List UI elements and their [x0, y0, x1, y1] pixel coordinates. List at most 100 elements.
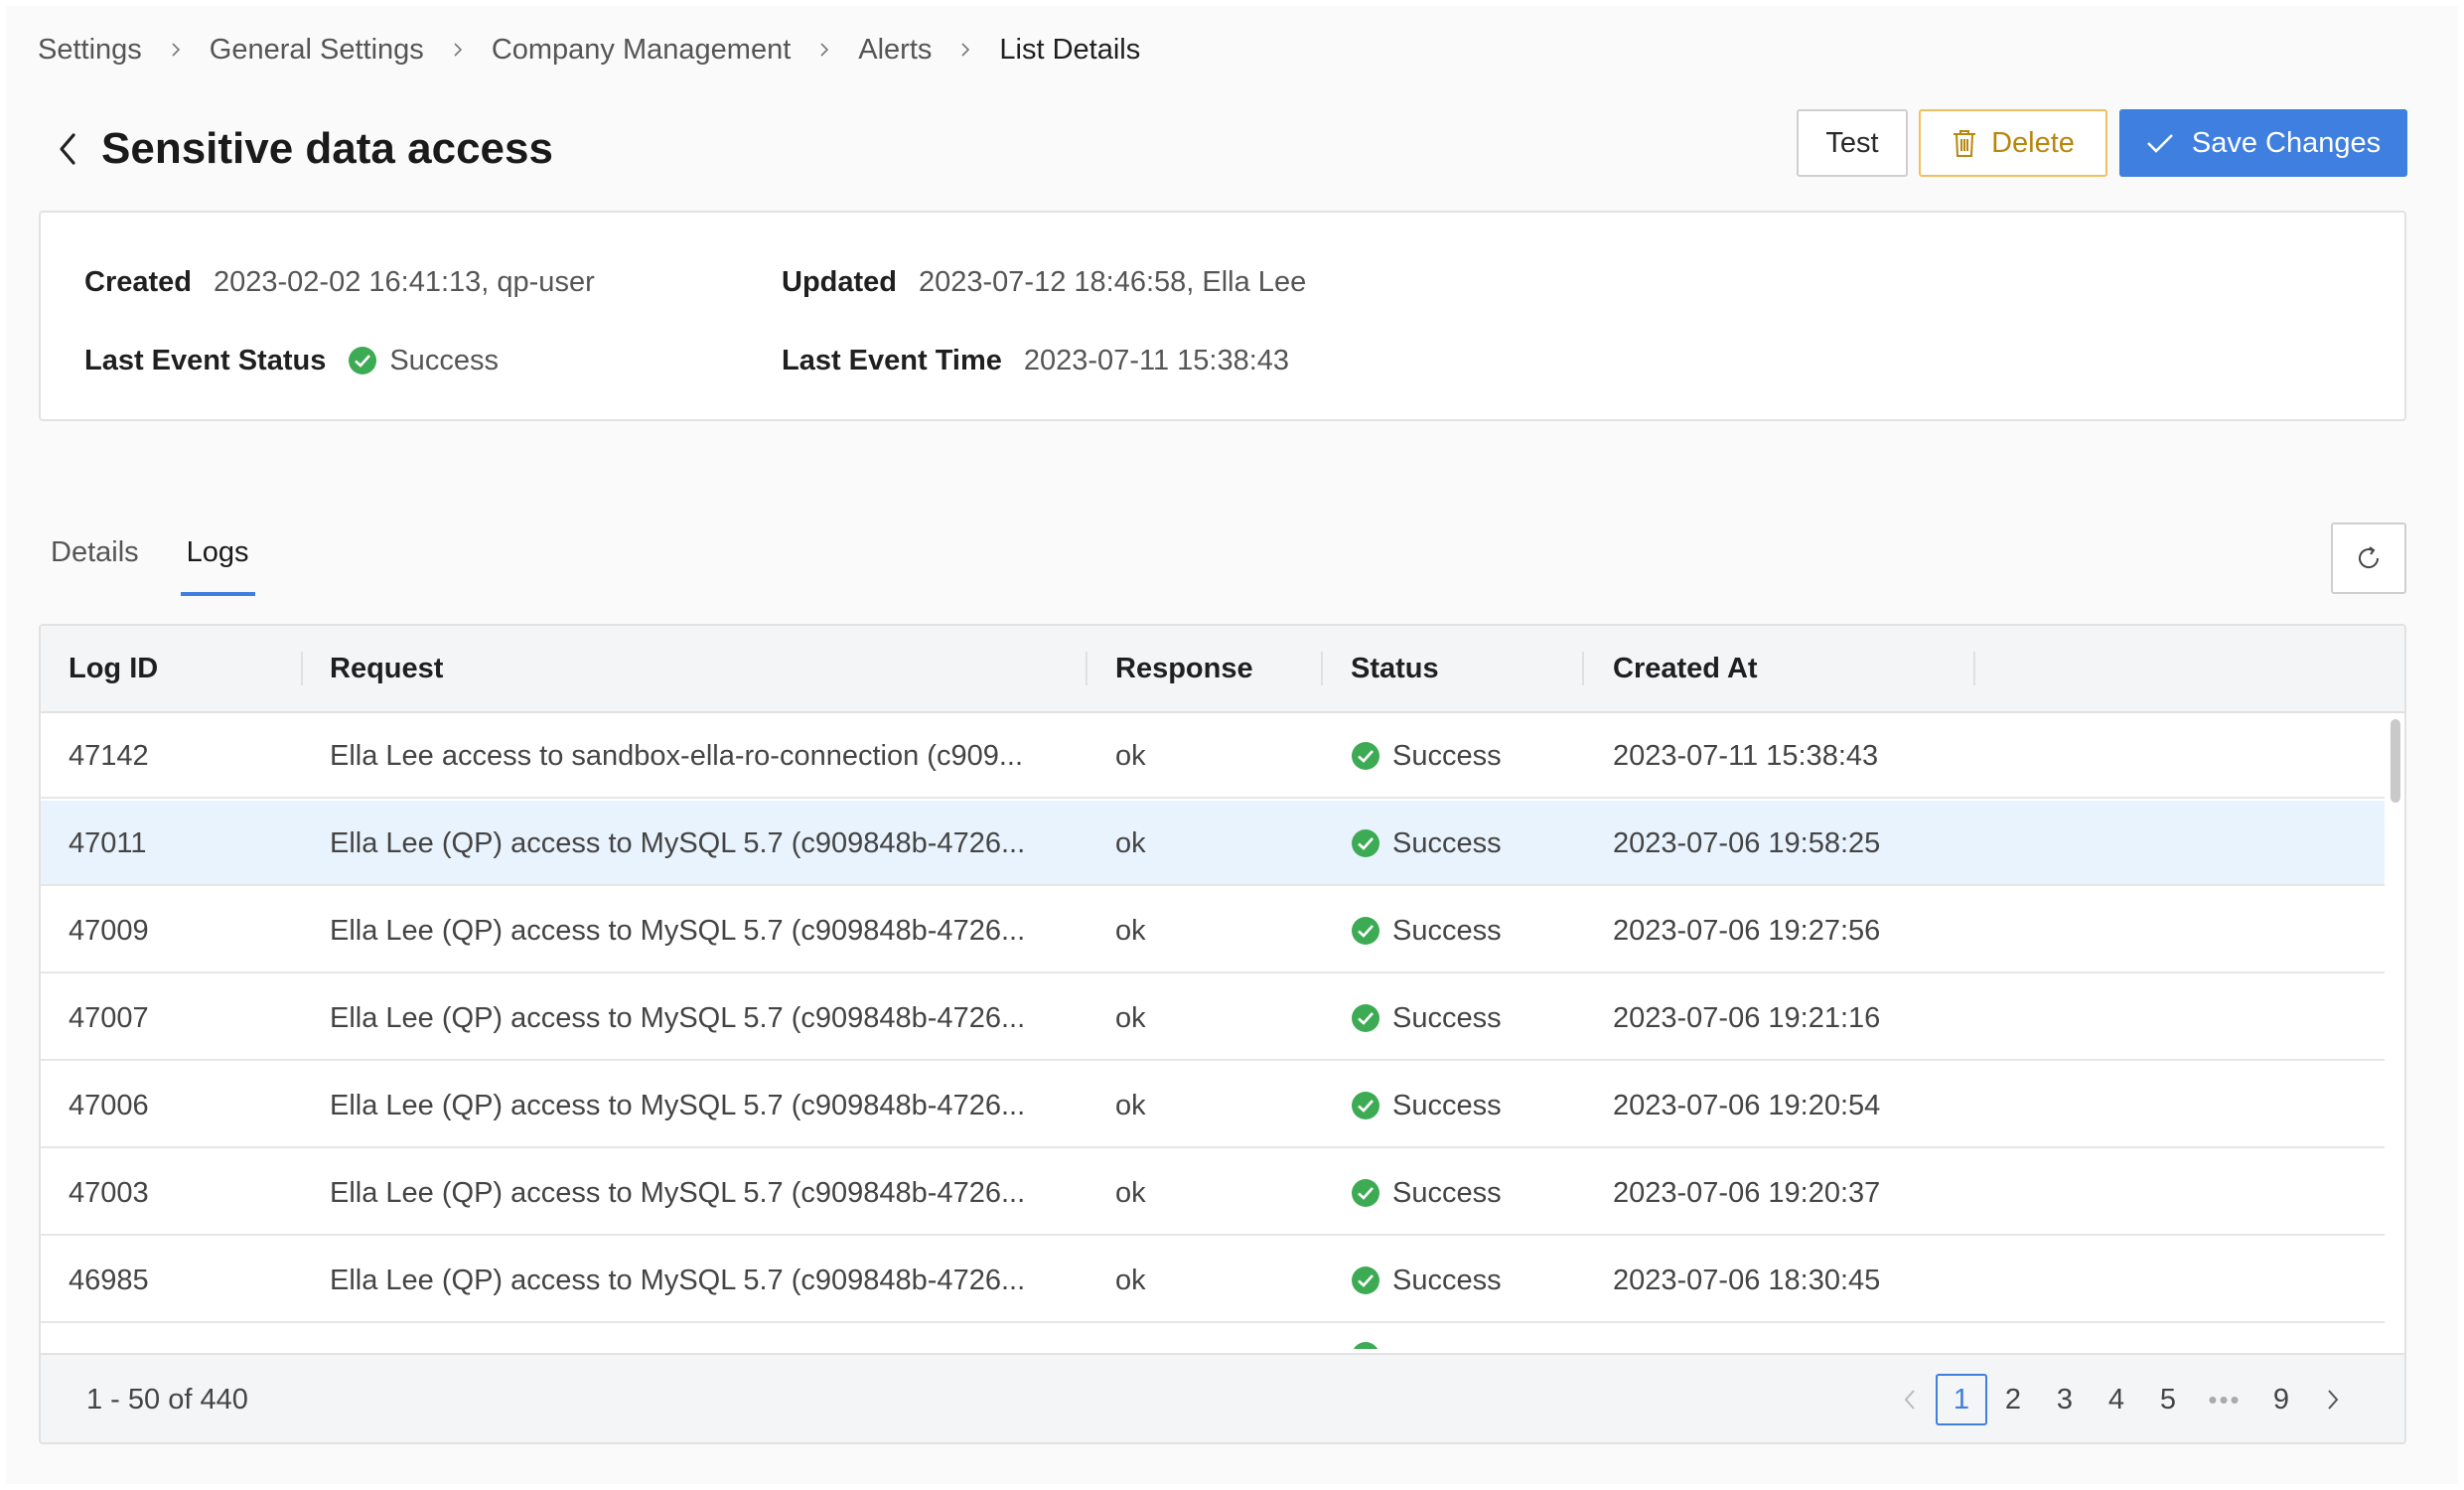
column-header-created-at[interactable]: Created At	[1613, 626, 1758, 711]
page-title: Sensitive data access	[101, 124, 553, 173]
check-circle-icon	[1351, 1003, 1380, 1033]
table-row[interactable]: 47007 Ella Lee (QP) access to MySQL 5.7 …	[41, 975, 2385, 1061]
column-divider	[1973, 652, 1975, 685]
log-id-cell: 47011	[69, 826, 147, 859]
scrollbar-thumb[interactable]	[2391, 719, 2400, 803]
tab-bar: Details Logs	[45, 536, 291, 596]
request-cell: Ella Lee access to sandbox-ella-ro-conne…	[330, 739, 1023, 772]
log-id-cell: 47003	[69, 1176, 149, 1209]
column-divider	[1321, 652, 1323, 685]
next-page-button[interactable]	[2307, 1374, 2359, 1425]
test-button-label: Test	[1825, 126, 1879, 159]
breadcrumb-company-management[interactable]: Company Management	[492, 34, 791, 67]
table-scrollbar[interactable]	[2385, 713, 2404, 1349]
created-at-cell: 2023-07-06 19:21:16	[1613, 1001, 1881, 1034]
created-at-cell: 2023-07-06 19:58:25	[1613, 826, 1881, 859]
request-cell: Ella Lee (QP) access to MySQL 5.7 (c9098…	[330, 914, 1026, 947]
created-at-cell: 2023-07-06 19:20:37	[1613, 1176, 1881, 1209]
log-id-cell: 46985	[69, 1264, 149, 1296]
updated-value: 2023-07-12 18:46:58, Ella Lee	[919, 265, 1307, 298]
chevron-left-icon	[60, 133, 75, 165]
table-row[interactable]: 47011 Ella Lee (QP) access to MySQL 5.7 …	[41, 801, 2385, 886]
table-body: 47142 Ella Lee access to sandbox-ella-ro…	[41, 713, 2385, 1349]
check-circle-icon	[1351, 1091, 1380, 1120]
chevron-right-icon	[945, 30, 985, 70]
check-circle-icon	[348, 346, 377, 375]
table-row[interactable]: 47003 Ella Lee (QP) access to MySQL 5.7 …	[41, 1150, 2385, 1236]
request-cell: Ella Lee (QP) access to MySQL 5.7 (c9098…	[330, 1176, 1026, 1209]
updated-label: Updated	[782, 265, 897, 298]
response-cell: ok	[1115, 1001, 1146, 1034]
chevron-right-icon	[804, 30, 844, 70]
tab-details[interactable]: Details	[45, 536, 145, 592]
page-button-1[interactable]: 1	[1936, 1374, 1987, 1425]
check-circle-icon	[1351, 1266, 1380, 1295]
response-cell: ok	[1115, 826, 1146, 859]
created-label: Created	[84, 265, 192, 298]
column-divider	[1582, 652, 1584, 685]
status-cell	[1351, 1313, 1392, 1349]
last-event-status-value: Success	[348, 345, 499, 377]
table-footer: 1 - 50 of 440 1 2 3 4 5 ••• 9	[41, 1353, 2404, 1442]
page-ellipsis[interactable]: •••	[2194, 1374, 2255, 1425]
last-event-time-label: Last Event Time	[782, 344, 1002, 376]
last-event-time-value: 2023-07-11 15:38:43	[1023, 344, 1290, 376]
refresh-icon	[2359, 546, 2380, 569]
response-cell: ok	[1115, 1176, 1146, 1209]
column-header-request[interactable]: Request	[330, 626, 443, 711]
log-id-cell: 47009	[69, 914, 149, 947]
page-button-5[interactable]: 5	[2142, 1374, 2194, 1425]
table-row[interactable]: 47142 Ella Lee access to sandbox-ella-ro…	[41, 713, 2385, 799]
delete-button[interactable]: Delete	[1919, 109, 2107, 177]
status-text: Success	[1392, 826, 1502, 859]
save-changes-button[interactable]: Save Changes	[2119, 109, 2407, 177]
log-id-cell: 47007	[69, 1001, 149, 1034]
refresh-button[interactable]	[2331, 522, 2406, 594]
page-button-2[interactable]: 2	[1987, 1374, 2039, 1425]
breadcrumb: Settings General Settings Company Manage…	[38, 30, 1140, 70]
status-cell: Success	[1351, 1063, 1502, 1148]
response-cell: ok	[1115, 739, 1146, 772]
created-value: 2023-02-02 16:41:13, qp-user	[214, 265, 595, 298]
breadcrumb-settings[interactable]: Settings	[38, 34, 142, 67]
table-row[interactable]: 47009 Ella Lee (QP) access to MySQL 5.7 …	[41, 888, 2385, 973]
breadcrumb-general-settings[interactable]: General Settings	[210, 34, 424, 67]
column-header-response[interactable]: Response	[1115, 626, 1253, 711]
request-cell: Ella Lee (QP) access to MySQL 5.7 (c9098…	[330, 826, 1026, 859]
tab-logs[interactable]: Logs	[180, 536, 255, 596]
status-text: Success	[1392, 739, 1502, 772]
status-cell: Success	[1351, 1150, 1502, 1236]
created-at-cell: 2023-07-06 19:20:54	[1613, 1089, 1881, 1121]
check-circle-icon	[1351, 741, 1380, 771]
table-row[interactable]: 47006 Ella Lee (QP) access to MySQL 5.7 …	[41, 1063, 2385, 1148]
breadcrumb-list-details: List Details	[999, 33, 1141, 66]
status-text: Success	[1392, 914, 1502, 947]
page-button-4[interactable]: 4	[2091, 1374, 2142, 1425]
log-id-cell: 47006	[69, 1089, 149, 1121]
table-row[interactable]: 46985 Ella Lee (QP) access to MySQL 5.7 …	[41, 1238, 2385, 1323]
back-button[interactable]	[46, 127, 89, 171]
page-button-9[interactable]: 9	[2255, 1374, 2307, 1425]
test-button[interactable]: Test	[1797, 109, 1908, 177]
breadcrumb-alerts[interactable]: Alerts	[858, 34, 932, 67]
alert-info-card: Created 2023-02-02 16:41:13, qp-user Upd…	[39, 211, 2406, 421]
prev-page-button[interactable]	[1884, 1374, 1936, 1425]
status-text: Success	[1392, 1176, 1502, 1209]
status-text: Success	[1392, 1089, 1502, 1121]
status-cell: Success	[1351, 1238, 1502, 1323]
chevron-right-icon	[438, 30, 478, 70]
column-divider	[1086, 652, 1087, 685]
last-event-status-label: Last Event Status	[84, 344, 327, 376]
table-row[interactable]	[41, 1325, 2385, 1349]
status-text: Success	[1392, 1264, 1502, 1296]
status-text: Success	[1392, 1001, 1502, 1034]
page-button-3[interactable]: 3	[2039, 1374, 2091, 1425]
created-info: Created 2023-02-02 16:41:13, qp-user	[84, 262, 595, 302]
chevron-left-icon	[1904, 1390, 1915, 1410]
request-cell: Ella Lee (QP) access to MySQL 5.7 (c9098…	[330, 1001, 1026, 1034]
check-circle-icon	[1351, 828, 1380, 858]
column-header-log-id[interactable]: Log ID	[69, 626, 158, 711]
column-header-status[interactable]: Status	[1351, 626, 1439, 711]
status-cell: Success	[1351, 888, 1502, 973]
created-at-cell: 2023-07-06 19:27:56	[1613, 914, 1881, 947]
